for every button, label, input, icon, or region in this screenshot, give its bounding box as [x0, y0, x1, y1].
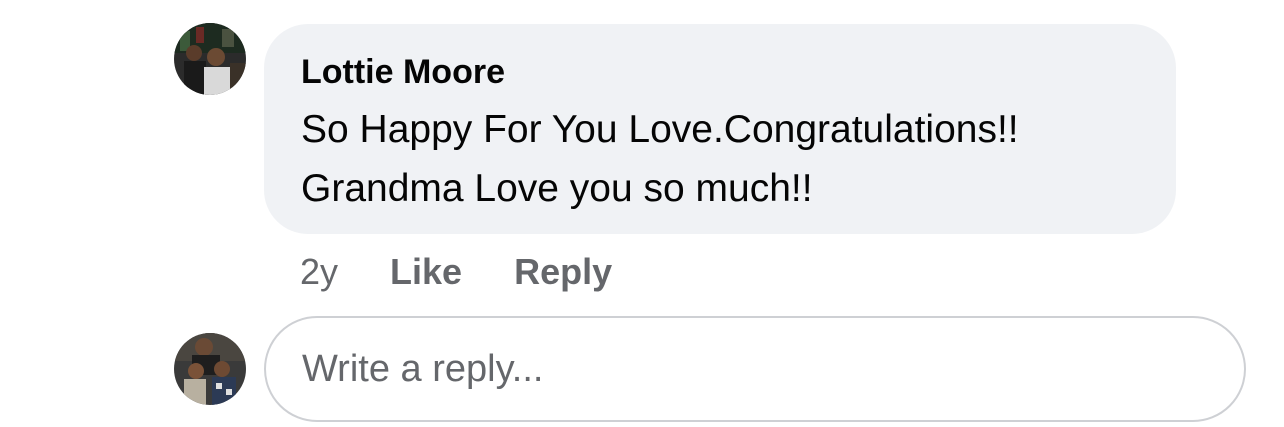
like-button[interactable]: Like	[390, 251, 462, 293]
current-user-photo	[174, 333, 246, 405]
comment-actions: 2y Like Reply	[300, 250, 612, 294]
comment-text-line: Grandma Love you so much!!	[301, 167, 813, 210]
reply-composer[interactable]	[264, 316, 1246, 422]
comment-text: So Happy For You Love.Congratulations!! …	[301, 100, 1140, 218]
comment-bubble: Lottie Moore So Happy For You Love.Congr…	[264, 24, 1176, 234]
commenter-avatar[interactable]	[174, 23, 246, 95]
comment-text-line: So Happy For You Love.Congratulations!!	[301, 108, 1019, 151]
comment-author[interactable]: Lottie Moore	[301, 52, 1140, 92]
reply-input[interactable]	[302, 347, 1202, 391]
current-user-avatar[interactable]	[174, 333, 246, 405]
commenter-photo	[174, 23, 246, 95]
reply-button[interactable]: Reply	[514, 251, 612, 293]
comment-timestamp[interactable]: 2y	[300, 251, 338, 293]
